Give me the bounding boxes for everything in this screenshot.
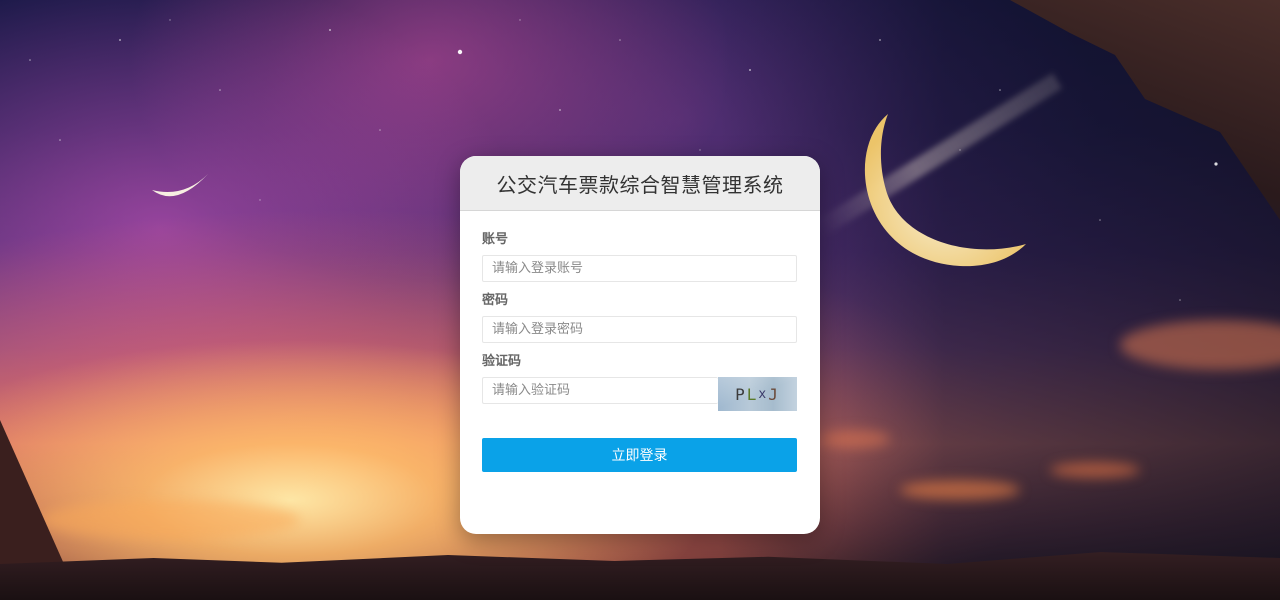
captcha-char: L — [746, 384, 759, 404]
captcha-label: 验证码 — [482, 354, 522, 369]
cloud — [900, 480, 1020, 500]
password-input[interactable] — [482, 316, 797, 343]
login-form: 账号 密码 验证码 P L x J 立即登录 — [460, 233, 820, 472]
cloud — [1050, 462, 1140, 478]
login-card-header: 公交汽车票款综合智慧管理系统 — [460, 156, 820, 211]
crescent-moon-small — [152, 174, 208, 197]
login-card: 公交汽车票款综合智慧管理系统 账号 密码 验证码 P L x J 立即登录 — [460, 156, 820, 534]
account-label: 账号 — [482, 232, 509, 247]
captcha-row: P L x J — [482, 377, 797, 411]
crescent-moon-large — [864, 114, 1026, 267]
cloud — [820, 430, 890, 448]
captcha-char: x — [758, 386, 769, 402]
password-label: 密码 — [482, 293, 509, 308]
captcha-input[interactable] — [482, 377, 718, 404]
captcha-char: J — [768, 384, 780, 404]
login-button[interactable]: 立即登录 — [482, 438, 797, 472]
account-input[interactable] — [482, 255, 797, 282]
captcha-image[interactable]: P L x J — [718, 377, 797, 411]
page-title: 公交汽车票款综合智慧管理系统 — [496, 172, 784, 197]
captcha-char: P — [735, 384, 747, 404]
